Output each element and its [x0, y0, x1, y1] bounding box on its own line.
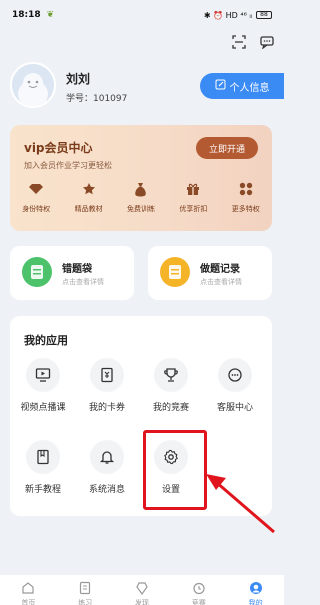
bottom-nav: 首页 练习 发现 竞赛 我的 — [0, 575, 284, 605]
my-apps-title: 我的应用 — [24, 334, 68, 347]
scan-icon[interactable] — [232, 34, 246, 49]
app-my-competitions[interactable]: 我的竞赛 — [140, 358, 202, 413]
practice-record-title: 做题记录 — [200, 264, 240, 275]
discover-icon — [136, 582, 148, 595]
vip-feature-discount[interactable]: 优享折扣 — [167, 181, 219, 214]
trophy-icon — [154, 358, 188, 392]
chat-icon — [218, 358, 252, 392]
student-id: 学号：101097 — [66, 94, 128, 104]
home-icon — [22, 582, 34, 594]
vip-open-button[interactable]: 立即开通 — [196, 137, 258, 159]
message-icon[interactable] — [260, 34, 274, 50]
personal-info-button[interactable]: 个人信息 — [200, 73, 284, 99]
app-beginner-tutorial[interactable]: 新手教程 — [12, 440, 74, 495]
vip-subtitle: 加入会员作业学习更轻松 — [24, 161, 112, 170]
mistake-bag-card[interactable]: 错题袋 点击查看详情 — [10, 246, 134, 300]
book-icon — [26, 440, 60, 474]
bell-icon — [90, 440, 124, 474]
vip-card[interactable]: vip会员中心 加入会员作业学习更轻松 立即开通 身份特权 精品教材 免费训练 … — [10, 125, 272, 231]
profile-icon — [249, 582, 262, 594]
app-system-messages[interactable]: 系统消息 — [76, 440, 138, 495]
status-time: 18:18 — [12, 10, 41, 20]
avatar[interactable] — [10, 62, 56, 108]
nav-discover[interactable]: 发现 — [122, 581, 162, 605]
status-icons: ✱ ⏰ HD ⁴⁶ ₗₗ — [203, 10, 252, 20]
vip-features: 身份特权 精品教材 免费训练 优享折扣 更多特权 — [10, 181, 272, 214]
mistake-bag-title: 错题袋 — [62, 264, 92, 275]
edit-icon — [215, 79, 226, 93]
nav-practice[interactable]: 练习 — [65, 581, 105, 605]
app-my-coupons[interactable]: 我的卡券 — [76, 358, 138, 413]
mistake-bag-subtitle: 点击查看详情 — [62, 278, 104, 286]
settings-highlight-box — [143, 430, 207, 510]
practice-record-subtitle: 点击查看详情 — [200, 278, 242, 286]
status-bar: 18:18 ❦ ✱ ⏰ HD ⁴⁶ ₗₗ 88 — [0, 0, 284, 30]
vip-feature-more[interactable]: 更多特权 — [220, 181, 272, 214]
clock-icon — [193, 582, 205, 595]
vip-feature-training[interactable]: 免费训练 — [115, 181, 167, 214]
star-icon — [81, 181, 97, 197]
personal-info-label: 个人信息 — [229, 82, 270, 94]
diamond-icon — [28, 181, 44, 197]
video-icon — [26, 358, 60, 392]
grid-icon — [238, 181, 254, 197]
mistake-bag-icon — [22, 257, 52, 287]
nav-competition[interactable]: 竞赛 — [179, 581, 219, 605]
annotation-arrow-icon — [206, 474, 275, 534]
practice-record-card[interactable]: 做题记录 点击查看详情 — [148, 246, 272, 300]
record-icon — [160, 257, 190, 287]
app-customer-service[interactable]: 客服中心 — [204, 358, 266, 413]
gift-icon — [185, 181, 201, 197]
vip-feature-identity[interactable]: 身份特权 — [10, 181, 62, 214]
coupon-icon — [90, 358, 124, 392]
vip-title: vip会员中心 — [24, 141, 93, 155]
nav-profile[interactable]: 我的 — [236, 581, 276, 605]
battery-icon: 88 — [256, 11, 272, 19]
practice-icon — [80, 581, 91, 595]
leaf-icon: ❦ — [46, 10, 55, 20]
user-name: 刘刘 — [66, 72, 91, 86]
vip-feature-materials[interactable]: 精品教材 — [63, 181, 115, 214]
money-bag-icon — [133, 181, 149, 197]
app-video-course[interactable]: 视频点播课 — [12, 358, 74, 413]
nav-home[interactable]: 首页 — [8, 581, 48, 605]
